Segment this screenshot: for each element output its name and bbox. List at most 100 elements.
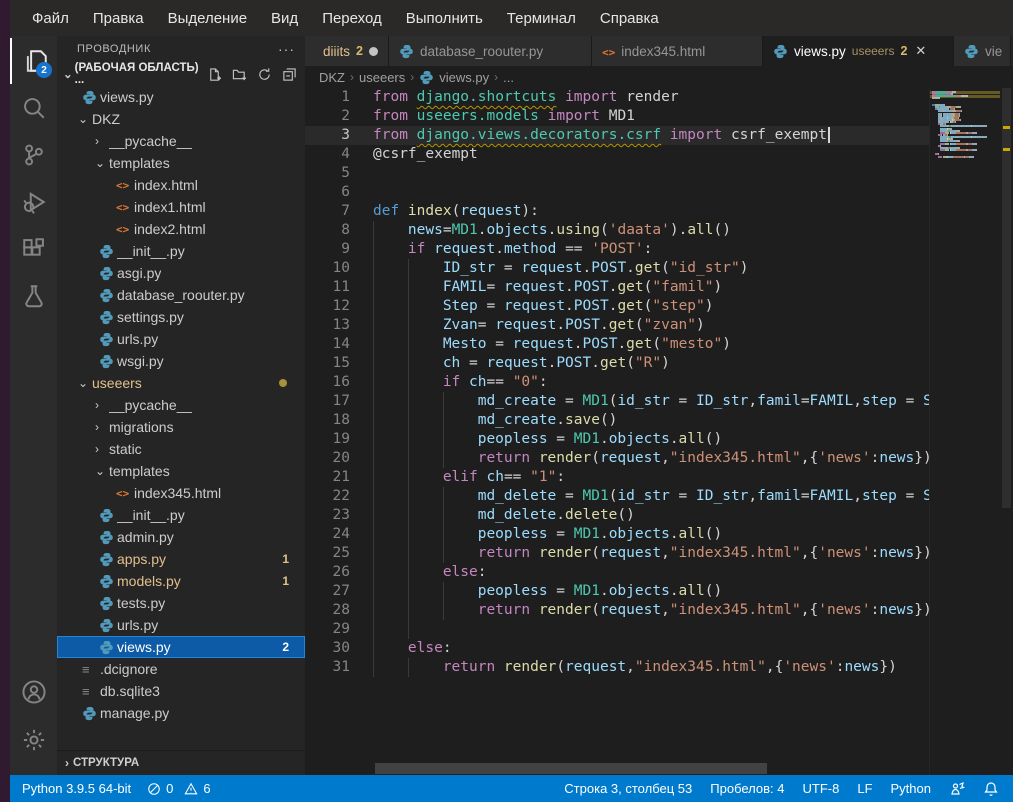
breadcrumb-item[interactable]: ... xyxy=(503,70,514,85)
code-line-22[interactable]: 22md_delete = MD1(id_str = ID_str,famil=… xyxy=(305,487,937,506)
tree-file-models-py[interactable]: models.py1 xyxy=(57,570,305,592)
new-file-icon[interactable] xyxy=(207,67,222,82)
menu-view[interactable]: Вид xyxy=(261,6,308,31)
eol-sequence[interactable]: LF xyxy=(857,781,872,796)
tree-folder-static[interactable]: ›static xyxy=(57,438,305,460)
tree-file-index345-html[interactable]: <>index345.html xyxy=(57,482,305,504)
tree-folder-templates[interactable]: ⌄templates xyxy=(57,460,305,482)
run-debug-icon[interactable] xyxy=(10,179,57,225)
tree-file-wsgi-py[interactable]: wsgi.py xyxy=(57,350,305,372)
code-line-9[interactable]: 9if request.method == 'POST': xyxy=(305,240,937,259)
tree-file-views-py[interactable]: views.py xyxy=(57,86,305,108)
indentation[interactable]: Пробелов: 4 xyxy=(710,781,784,796)
problems-indicator[interactable]: 06 xyxy=(147,781,210,796)
tree-file-admin-py[interactable]: admin.py xyxy=(57,526,305,548)
vertical-scrollbar-slider[interactable] xyxy=(1002,88,1011,508)
tree-folder-useeers[interactable]: ⌄useeers xyxy=(57,372,305,394)
new-folder-icon[interactable] xyxy=(232,67,247,82)
tree-file-urls-py[interactable]: urls.py xyxy=(57,328,305,350)
tab-views-py[interactable]: views.pyuseeers2✕ xyxy=(763,36,954,66)
menu-selection[interactable]: Выделение xyxy=(158,6,257,31)
cursor-position[interactable]: Строка 3, столбец 53 xyxy=(564,781,692,796)
tree-file-tests-py[interactable]: tests.py xyxy=(57,592,305,614)
code-line-5[interactable]: 5 xyxy=(305,164,937,183)
code-line-7[interactable]: 7def index(request): xyxy=(305,202,937,221)
tree-file-database-roouter-py[interactable]: database_roouter.py xyxy=(57,284,305,306)
tree-file-index2-html[interactable]: <>index2.html xyxy=(57,218,305,240)
settings-gear-icon[interactable] xyxy=(10,717,57,763)
feedback[interactable] xyxy=(949,781,965,797)
tab-index345-html[interactable]: <>index345.html xyxy=(592,36,763,66)
testing-icon[interactable] xyxy=(10,273,57,319)
code-line-6[interactable]: 6 xyxy=(305,183,937,202)
tree-file-urls-py[interactable]: urls.py xyxy=(57,614,305,636)
code-line-31[interactable]: 31return render(request,"index345.html",… xyxy=(305,658,937,677)
tree-file--init-py[interactable]: __init__.py xyxy=(57,240,305,262)
code-line-4[interactable]: 4@csrf_exempt xyxy=(305,145,937,164)
code-line-30[interactable]: 30else: xyxy=(305,639,937,658)
menu-edit[interactable]: Правка xyxy=(83,6,154,31)
menu-go[interactable]: Переход xyxy=(312,6,392,31)
code-line-24[interactable]: 24peopless = MD1.objects.all() xyxy=(305,525,937,544)
tree-folder-dkz[interactable]: ⌄DKZ xyxy=(57,108,305,130)
tree-file-asgi-py[interactable]: asgi.py xyxy=(57,262,305,284)
tree-file-db-sqlite3[interactable]: ≡db.sqlite3 xyxy=(57,680,305,702)
code-line-10[interactable]: 10ID_str = request.POST.get("id_str") xyxy=(305,259,937,278)
code-line-16[interactable]: 16if ch== "0": xyxy=(305,373,937,392)
breadcrumb-item[interactable]: DKZ xyxy=(319,70,345,85)
tree-file-index-html[interactable]: <>index.html xyxy=(57,174,305,196)
tree-file-settings-py[interactable]: settings.py xyxy=(57,306,305,328)
workspace-header[interactable]: ⌄ (РАБОЧАЯ ОБЛАСТЬ) ... xyxy=(57,62,305,86)
search-icon[interactable] xyxy=(10,85,57,131)
code-line-11[interactable]: 11FAMIL= request.POST.get("famil") xyxy=(305,278,937,297)
breadcrumb-item[interactable]: views.py xyxy=(439,70,489,85)
code-line-19[interactable]: 19peopless = MD1.objects.all() xyxy=(305,430,937,449)
code-line-14[interactable]: 14Mesto = request.POST.get("mesto") xyxy=(305,335,937,354)
code-line-25[interactable]: 25return render(request,"index345.html",… xyxy=(305,544,937,563)
code-line-18[interactable]: 18md_create.save() xyxy=(305,411,937,430)
encoding[interactable]: UTF-8 xyxy=(803,781,840,796)
explorer-icon[interactable]: 2 xyxy=(10,38,59,84)
notifications[interactable] xyxy=(983,781,999,797)
code-line-20[interactable]: 20return render(request,"index345.html",… xyxy=(305,449,937,468)
menu-help[interactable]: Справка xyxy=(590,6,669,31)
refresh-icon[interactable] xyxy=(257,67,272,82)
code-line-12[interactable]: 12Step = request.POST.get("step") xyxy=(305,297,937,316)
code-line-8[interactable]: 8news=MD1.objects.using('daata').all() xyxy=(305,221,937,240)
tree-file--dcignore[interactable]: ≡.dcignore xyxy=(57,658,305,680)
code-line-1[interactable]: 1from django.shortcuts import render xyxy=(305,88,937,107)
code-line-3[interactable]: 3from django.views.decorators.csrf impor… xyxy=(305,126,937,145)
tree-file-manage-py[interactable]: manage.py xyxy=(57,702,305,724)
outline-section-header[interactable]: › СТРУКТУРА xyxy=(57,750,305,775)
code-line-29[interactable]: 29 xyxy=(305,620,937,639)
menu-file[interactable]: Файл xyxy=(22,6,79,31)
tab-diiits[interactable]: diiits2 xyxy=(305,36,389,66)
code-line-15[interactable]: 15ch = request.POST.get("R") xyxy=(305,354,937,373)
code-line-21[interactable]: 21elif ch== "1": xyxy=(305,468,937,487)
account-icon[interactable] xyxy=(10,669,57,715)
tree-folder-migrations[interactable]: ›migrations xyxy=(57,416,305,438)
code-line-26[interactable]: 26else: xyxy=(305,563,937,582)
collapse-all-icon[interactable] xyxy=(282,67,297,82)
tab-vie[interactable]: vie xyxy=(954,36,1011,66)
code-line-28[interactable]: 28return render(request,"index345.html",… xyxy=(305,601,937,620)
extensions-icon[interactable] xyxy=(10,226,57,272)
close-icon[interactable]: ✕ xyxy=(915,43,926,59)
breadcrumb-item[interactable]: useeers xyxy=(359,70,405,85)
tree-file--init-py[interactable]: __init__.py xyxy=(57,504,305,526)
menu-terminal[interactable]: Терминал xyxy=(497,6,586,31)
code-editor[interactable]: 1from django.shortcuts import render2fro… xyxy=(305,88,937,775)
sidebar-more-actions[interactable]: ··· xyxy=(278,41,295,57)
tree-folder--pycache-[interactable]: ›__pycache__ xyxy=(57,130,305,152)
language-mode[interactable]: Python xyxy=(891,781,931,796)
tree-folder-templates[interactable]: ⌄templates xyxy=(57,152,305,174)
breadcrumb[interactable]: DKZ›useeers›views.py›... xyxy=(305,66,1013,88)
tree-folder--pycache-[interactable]: ›__pycache__ xyxy=(57,394,305,416)
vertical-scrollbar[interactable] xyxy=(1000,88,1013,775)
tree-file-index1-html[interactable]: <>index1.html xyxy=(57,196,305,218)
code-line-13[interactable]: 13Zvan= request.POST.get("zvan") xyxy=(305,316,937,335)
horizontal-scrollbar[interactable] xyxy=(375,763,767,774)
code-line-23[interactable]: 23md_delete.delete() xyxy=(305,506,937,525)
code-line-27[interactable]: 27peopless = MD1.objects.all() xyxy=(305,582,937,601)
minimap[interactable] xyxy=(929,88,1000,778)
